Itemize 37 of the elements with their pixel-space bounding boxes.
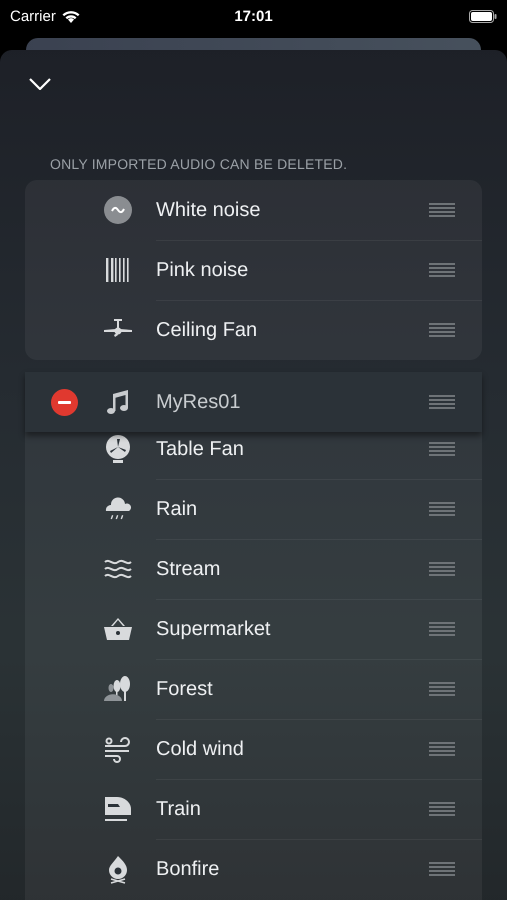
sound-name: Bonfire xyxy=(156,858,220,880)
reorder-handle-icon[interactable] xyxy=(429,562,455,576)
sound-name: Supermarket xyxy=(156,618,270,640)
clock-time: 17:01 xyxy=(234,8,273,24)
sound-name: Pink noise xyxy=(156,258,248,282)
trees-icon xyxy=(103,674,133,704)
section-header: ONLY IMPORTED AUDIO CAN BE DELETED. xyxy=(50,156,348,172)
sound-name: Stream xyxy=(156,558,220,580)
train-icon xyxy=(103,794,133,824)
delete-button[interactable] xyxy=(51,388,78,416)
sound-name: Forest xyxy=(156,678,213,700)
table-fan-icon xyxy=(103,434,133,464)
sound-name: White noise xyxy=(156,198,260,222)
sound-name: Ceiling Fan xyxy=(156,318,258,342)
wifi-icon xyxy=(62,10,80,22)
minus-icon xyxy=(58,400,71,404)
reorder-handle-icon[interactable] xyxy=(429,263,455,277)
tilde-icon xyxy=(103,195,133,225)
sound-name: Cold wind xyxy=(156,738,244,760)
sound-name: Train xyxy=(156,798,201,820)
sound-name: MyRes01 xyxy=(156,390,240,414)
reorder-handle-icon[interactable] xyxy=(429,203,455,217)
reorder-handle-icon[interactable] xyxy=(429,862,455,876)
dragged-row[interactable]: MyRes01 xyxy=(25,372,482,432)
sound-name: Rain xyxy=(156,498,198,520)
reorder-handle-icon[interactable] xyxy=(429,682,455,696)
reorder-handle-icon[interactable] xyxy=(429,742,455,756)
battery-icon xyxy=(469,10,497,22)
reorder-handle-icon[interactable] xyxy=(429,622,455,636)
reorder-handle-icon[interactable] xyxy=(429,502,455,516)
reorder-handle-icon[interactable] xyxy=(429,395,455,409)
sound-name: Table Fan xyxy=(156,438,244,460)
reorder-handle-icon[interactable] xyxy=(429,442,455,456)
wind-icon xyxy=(103,734,133,764)
reorder-handle-icon[interactable] xyxy=(429,323,455,337)
carrier-label: Carrier xyxy=(10,8,56,24)
reorder-handle-icon[interactable] xyxy=(429,802,455,816)
